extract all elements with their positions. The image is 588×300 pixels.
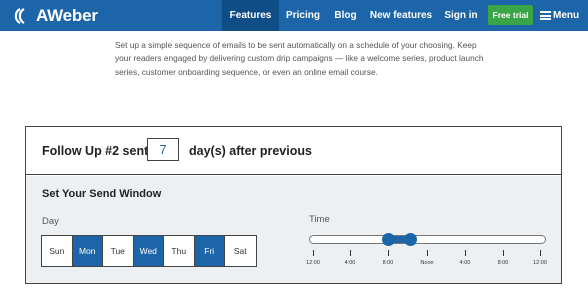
nav-sign-in[interactable]: Sign in [441,0,481,31]
time-tick-label: 12:00 [533,260,547,266]
follow-up-card: Follow Up #2 sent 7 day(s) after previou… [25,126,562,284]
days-suffix-label: day(s) after previous [189,144,312,158]
time-tick [540,250,541,256]
nav-blog[interactable]: Blog [330,0,361,31]
day-selector: Sun Mon Tue Wed Thu Fri Sat [41,235,257,267]
time-tick-label: 4:00 [344,260,356,266]
hamburger-icon [540,11,551,20]
nav-new-features[interactable]: New features [369,0,433,31]
time-tick-label: Noon [420,260,434,266]
aweber-logo[interactable]: AWeber [14,5,98,26]
day-toggle-fri[interactable]: Fri [194,236,225,266]
top-navigation: AWeber Features Pricing Blog New feature… [0,0,588,31]
day-toggle-sun[interactable]: Sun [42,236,73,266]
time-tick-label: 8:00 [497,260,509,266]
day-toggle-mon[interactable]: Mon [72,236,103,266]
aweber-logo-icon [14,7,25,24]
time-tick-label: 8:00 [382,260,394,266]
day-toggle-wed[interactable]: Wed [133,236,164,266]
time-slider-start-handle[interactable] [382,233,395,246]
nav-pricing[interactable]: Pricing [283,0,323,31]
time-tick-label: 12:00 [306,260,320,266]
day-toggle-sat[interactable]: Sat [225,236,256,266]
time-tick-label: 4:00 [459,260,471,266]
nav-features[interactable]: Features [222,0,279,31]
free-trial-button[interactable]: Free trial [488,5,533,25]
intro-paragraph: Set up a simple sequence of emails to be… [115,40,484,77]
time-tick [388,250,389,256]
days-input[interactable]: 7 [147,138,179,161]
time-tick [350,250,351,256]
time-slider-track[interactable] [309,235,546,244]
follow-up-label: Follow Up #2 sent [42,144,149,158]
send-window-panel: Set Your Send Window Day Time Sun Mon Tu… [26,176,561,283]
day-toggle-tue[interactable]: Tue [103,236,134,266]
logo-text: AWeber [36,5,98,25]
time-tick [313,250,314,256]
time-scale: 12:00 4:00 8:00 Noon 4:00 8:00 12:00 [306,250,549,276]
menu-button[interactable]: Menu [540,0,579,31]
time-tick [503,250,504,256]
time-tick [465,250,466,256]
menu-label: Menu [553,10,580,21]
send-window-title: Set Your Send Window [42,188,162,200]
time-slider-end-handle[interactable] [404,233,417,246]
follow-up-row: Follow Up #2 sent 7 day(s) after previou… [26,127,561,175]
time-tick [427,250,428,256]
day-label: Day [42,216,59,227]
time-label: Time [309,214,330,225]
day-toggle-thu[interactable]: Thu [164,236,195,266]
